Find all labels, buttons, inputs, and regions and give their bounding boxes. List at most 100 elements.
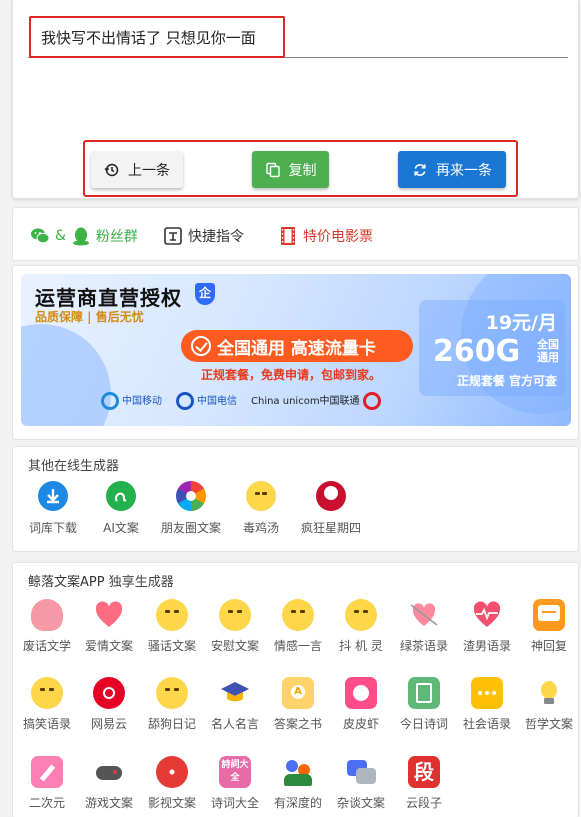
pipixia-icon <box>345 677 377 709</box>
smile-face-icon <box>282 599 314 631</box>
gen-moments[interactable]: 朋友圈文案 <box>159 481 223 536</box>
movie-link[interactable]: 特价电影票 <box>278 226 373 246</box>
button-row: 上一条 复制 再来一条 <box>83 140 518 197</box>
gen-poison[interactable]: 毒鸡汤 <box>229 481 293 536</box>
app-item[interactable]: 二次元 <box>14 756 80 811</box>
banner-subtitle: 品质保障 | 售后无忧 <box>35 310 144 324</box>
shortcut-icon <box>164 227 182 245</box>
heartbeat-icon <box>471 599 503 631</box>
app-item[interactable]: 绿茶语录 <box>391 599 457 654</box>
data-plan-banner[interactable]: 运营商直营授权 企 品质保障 | 售后无忧 全国通用 高速流量卡 正规套餐，免费… <box>21 274 571 426</box>
other-generators-card: 其他在线生成器 词库下载 AI文案 朋友圈文案 毒鸡汤 疯狂星期四 <box>12 446 579 552</box>
ai-icon <box>106 481 136 511</box>
app-item[interactable]: 渣男语录 <box>454 599 520 654</box>
poetry-collection-icon: 詩詞大全 <box>219 756 251 788</box>
shield-icon: 企 <box>195 283 215 305</box>
film-reel-icon <box>156 756 188 788</box>
shortcut-label: 快捷指令 <box>188 229 244 245</box>
history-icon <box>104 163 119 176</box>
app-item[interactable]: 段云段子 <box>391 756 457 811</box>
ampersand: & <box>55 228 66 244</box>
gen-ai[interactable]: AI文案 <box>89 481 153 536</box>
carrier-logos: 中国移动 中国电信 China unicom中国联通 <box>101 392 384 410</box>
dizzy-face-icon <box>246 481 276 511</box>
app-item[interactable]: 搞笑语录 <box>14 677 80 732</box>
banner-card: 运营商直营授权 企 品质保障 | 售后无忧 全国通用 高速流量卡 正规套餐，免费… <box>12 265 579 440</box>
tongue-face-icon <box>156 677 188 709</box>
camera-aperture-icon <box>176 481 206 511</box>
price-panel: 19元/月 260G 全国 通用 正规套餐 官方可查 <box>419 300 565 396</box>
app-item[interactable]: 杂谈文案 <box>328 756 394 811</box>
app-item[interactable]: 安慰文案 <box>202 599 268 654</box>
app-item[interactable]: 网易云 <box>76 677 142 732</box>
official-note: 正规套餐 官方可查 <box>456 374 557 388</box>
app-item[interactable]: 舔狗日记 <box>139 677 205 732</box>
fans-label: 粉丝群 <box>95 229 138 245</box>
blob-icon <box>31 599 63 631</box>
kfc-icon <box>316 481 346 511</box>
smirk-face-icon <box>31 677 63 709</box>
qq-icon <box>72 227 89 246</box>
graduation-cap-icon <box>219 677 251 709</box>
check-icon <box>191 336 211 356</box>
movie-label: 特价电影票 <box>303 229 373 245</box>
netease-music-icon <box>93 677 125 709</box>
wechat-icon <box>31 228 50 244</box>
copy-button[interactable]: 复制 <box>252 151 329 188</box>
china-unicom-logo: China unicom中国联通 <box>251 392 384 410</box>
prev-button[interactable]: 上一条 <box>91 151 183 188</box>
gen-download[interactable]: 词库下载 <box>21 481 85 536</box>
next-button[interactable]: 再来一条 <box>398 151 506 188</box>
next-label: 再来一条 <box>436 162 492 179</box>
shortcut-link[interactable]: 快捷指令 <box>163 226 244 246</box>
app-item[interactable]: 詩詞大全 诗词大全 <box>202 756 268 811</box>
price: 19元/月 <box>485 312 557 334</box>
app-item[interactable]: 爱情文案 <box>76 599 142 654</box>
banner-blob <box>21 324 111 426</box>
wechat-fans-link[interactable]: & 粉丝群 <box>30 226 138 246</box>
app-item[interactable]: 哲学文案 <box>516 677 581 732</box>
pencil-icon <box>31 756 63 788</box>
gen-kfc[interactable]: 疯狂星期四 <box>299 481 363 536</box>
app-item[interactable]: 社会语录 <box>454 677 520 732</box>
sunglasses-face-icon <box>345 599 377 631</box>
speech-dots-icon <box>471 677 503 709</box>
poetry-icon <box>408 677 440 709</box>
section-title: 鲸落文案APP 独享生成器 <box>28 575 174 590</box>
china-telecom-logo: 中国电信 <box>176 392 237 410</box>
app-item[interactable]: 骚话文案 <box>139 599 205 654</box>
gamepad-icon <box>93 756 125 788</box>
banner-title: 运营商直营授权 <box>35 286 182 310</box>
china-mobile-logo: 中国移动 <box>101 392 162 410</box>
app-item[interactable]: 抖 机 灵 <box>328 599 394 654</box>
app-generators-card: 鲸落文案APP 独享生成器 废话文学 爱情文案 骚话文案 安慰文案 情感一言 抖… <box>12 562 579 817</box>
app-item[interactable]: 影视文案 <box>139 756 205 811</box>
joke-icon: 段 <box>408 756 440 788</box>
app-item[interactable]: 有深度的 <box>265 756 331 811</box>
download-icon <box>38 481 68 511</box>
copy-label: 复制 <box>288 162 317 179</box>
squint-face-icon <box>219 599 251 631</box>
data-scope: 全国 通用 <box>537 338 559 364</box>
app-item[interactable]: 情感一言 <box>265 599 331 654</box>
prev-label: 上一条 <box>128 162 170 179</box>
app-item[interactable]: 神回复 <box>516 599 581 654</box>
chat-bubbles-icon <box>345 756 377 788</box>
chat-icon <box>533 599 565 631</box>
app-item[interactable]: 皮皮虾 <box>328 677 394 732</box>
banner-tagline: 正规套餐，免费申请，包邮到家。 <box>201 368 382 382</box>
heart-icon <box>93 599 125 631</box>
editor-card: 我快写不出情话了 只想见你一面 上一条 复制 再来一条 <box>12 0 579 199</box>
film-icon <box>281 227 295 245</box>
app-item[interactable]: 今日诗词 <box>391 677 457 732</box>
people-icon <box>282 756 314 788</box>
app-item[interactable]: 废话文学 <box>14 599 80 654</box>
lightbulb-icon <box>533 677 565 709</box>
app-item[interactable]: A 答案之书 <box>265 677 331 732</box>
data-amount: 260G <box>433 334 521 369</box>
generated-text[interactable]: 我快写不出情话了 只想见你一面 <box>29 16 285 58</box>
app-item[interactable]: 名人名言 <box>202 677 268 732</box>
app-item[interactable]: 游戏文案 <box>76 756 142 811</box>
refresh-icon <box>414 163 426 176</box>
banner-pill: 全国通用 高速流量卡 <box>181 330 413 362</box>
